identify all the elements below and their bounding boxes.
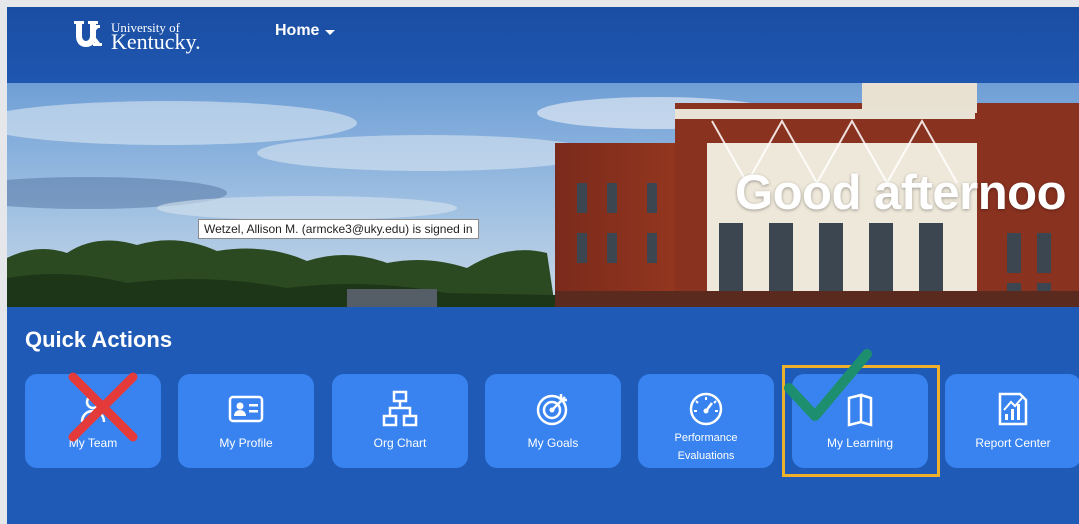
tile-label: My Profile [219, 436, 273, 450]
uk-logo-icon [74, 21, 102, 47]
goal-target-icon [536, 394, 568, 426]
quick-action-report-center[interactable]: Report Center [945, 374, 1079, 468]
top-header: University of Kentucky. Home [7, 7, 1079, 83]
app-frame: University of Kentucky. Home Good aftern… [7, 7, 1079, 524]
gauge-icon [689, 392, 723, 426]
tile-label: My Goals [527, 436, 579, 450]
tile-label: Performance Evaluations [638, 429, 774, 465]
red-cross-icon [68, 372, 138, 442]
quick-action-org-chart[interactable]: Org Chart [332, 374, 468, 468]
tile-label: Report Center [975, 436, 1051, 450]
report-chart-icon [998, 392, 1028, 426]
tile-label-line2: Evaluations [677, 450, 735, 462]
hero-banner: Good afternoo Wetzel, Allison M. (armcke… [7, 83, 1079, 307]
green-checkmark-icon [784, 349, 872, 421]
tile-label-line1: Performance [674, 432, 738, 444]
quick-action-my-profile[interactable]: My Profile [178, 374, 314, 468]
tile-label: Org Chart [373, 436, 427, 450]
org-chart-icon [382, 390, 418, 427]
quick-actions-title: Quick Actions [25, 327, 173, 352]
greeting-heading: Good afternoo [735, 166, 1067, 220]
chevron-down-icon [325, 29, 336, 35]
logo-text-line2: Kentucky. [111, 29, 201, 54]
quick-action-performance-evaluations[interactable]: Performance Evaluations [638, 374, 774, 468]
profile-card-icon [228, 395, 264, 423]
home-menu-label: Home [275, 22, 320, 39]
university-logo[interactable]: University of Kentucky. [73, 16, 213, 56]
quick-action-my-goals[interactable]: My Goals [485, 374, 621, 468]
home-menu-dropdown[interactable]: Home [275, 22, 336, 40]
signed-in-tooltip: Wetzel, Allison M. (armcke3@uky.edu) is … [198, 219, 479, 239]
